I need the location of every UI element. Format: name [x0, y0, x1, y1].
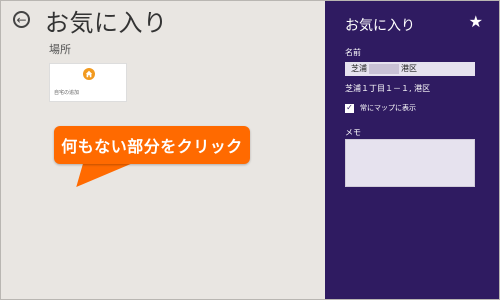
back-arrow-icon: ← [16, 12, 27, 27]
star-icon[interactable]: ★ [469, 14, 483, 30]
redacted-text [369, 64, 399, 74]
name-suffix: 港区 [401, 64, 417, 73]
callout-text: 何もない部分をクリック [61, 137, 243, 156]
memo-label: メモ [345, 128, 361, 137]
name-label: 名前 [345, 48, 361, 57]
name-prefix: 芝浦 [351, 64, 367, 73]
page-title: お気に入り [45, 9, 168, 37]
add-home-label: 自宅の追加 [54, 90, 80, 96]
memo-field[interactable] [345, 139, 475, 187]
favorites-screen: ← お気に入り 場所 自宅の追加 何もない部分をクリック お気に入り ★ 名前 … [0, 0, 500, 300]
instruction-callout: 何もない部分をクリック [54, 126, 250, 164]
callout-tail [74, 161, 138, 187]
pane-title: お気に入り [345, 18, 415, 34]
home-icon [83, 68, 95, 80]
show-on-map-label: 常にマップに表示 [360, 104, 416, 112]
show-on-map-checkbox[interactable]: ✓ [345, 103, 354, 113]
back-button[interactable]: ← [13, 11, 30, 28]
add-home-tile[interactable]: 自宅の追加 [49, 63, 127, 102]
name-field[interactable]: 芝浦 港区 [345, 62, 475, 76]
show-on-map-checkbox-row[interactable]: ✓ 常にマップに表示 [345, 103, 416, 113]
address-text: 芝浦１丁目１－１, 港区 [345, 84, 431, 93]
favorite-details-pane: お気に入り ★ 名前 芝浦 港区 芝浦１丁目１－１, 港区 ✓ 常にマップに表示… [325, 1, 499, 299]
places-section-label: 場所 [49, 43, 71, 56]
